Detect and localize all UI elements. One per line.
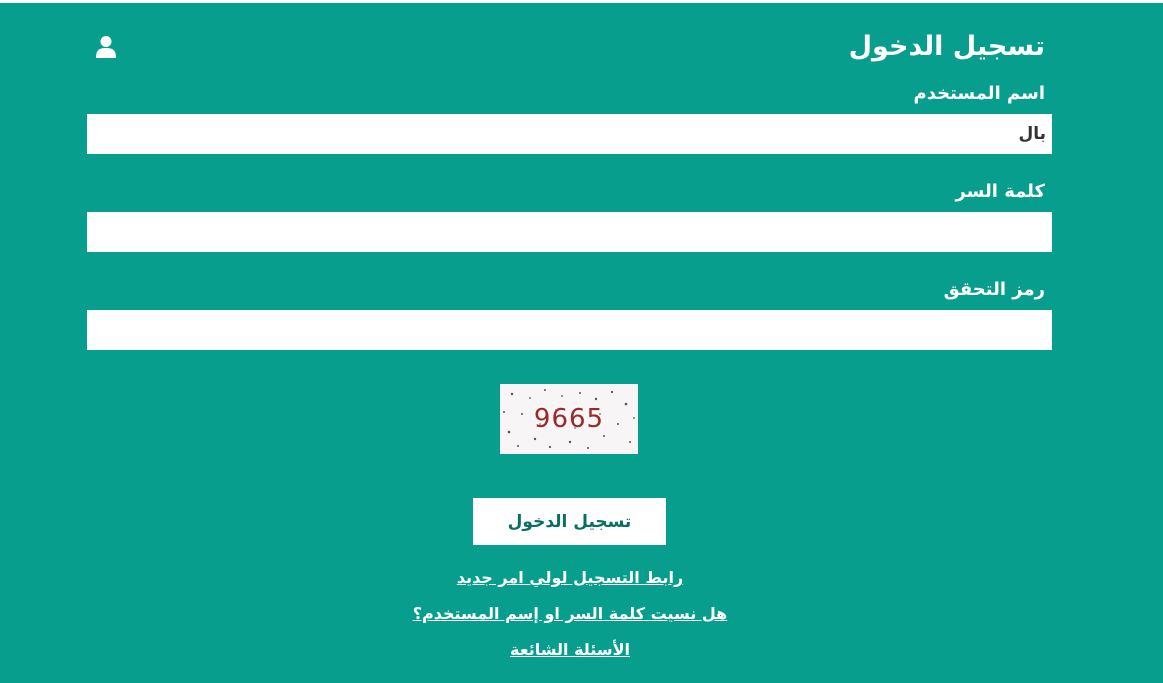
username-input[interactable]: [87, 114, 1052, 154]
username-label: اسم المستخدم: [913, 83, 1045, 104]
forgot-credentials-link[interactable]: هل نسيت كلمة السر او إسم المستخدم؟: [0, 604, 1140, 623]
password-label: كلمة السر: [955, 181, 1045, 202]
captcha-code: 9665: [533, 404, 605, 434]
captcha-label: رمز التحقق: [943, 279, 1045, 300]
login-button[interactable]: تسجيل الدخول: [473, 498, 666, 545]
captcha-image: 9665: [500, 384, 638, 454]
login-panel: تسجيل الدخول اسم المستخدم كلمة السر رمز …: [0, 3, 1163, 683]
page-title: تسجيل الدخول: [848, 31, 1045, 62]
captcha-input[interactable]: [87, 310, 1052, 350]
faq-link[interactable]: الأسئلة الشائعة: [0, 640, 1140, 659]
parent-registration-link[interactable]: رابط التسجيل لولي امر جديد: [0, 568, 1140, 587]
user-icon: [95, 35, 117, 59]
password-input[interactable]: [87, 212, 1052, 252]
